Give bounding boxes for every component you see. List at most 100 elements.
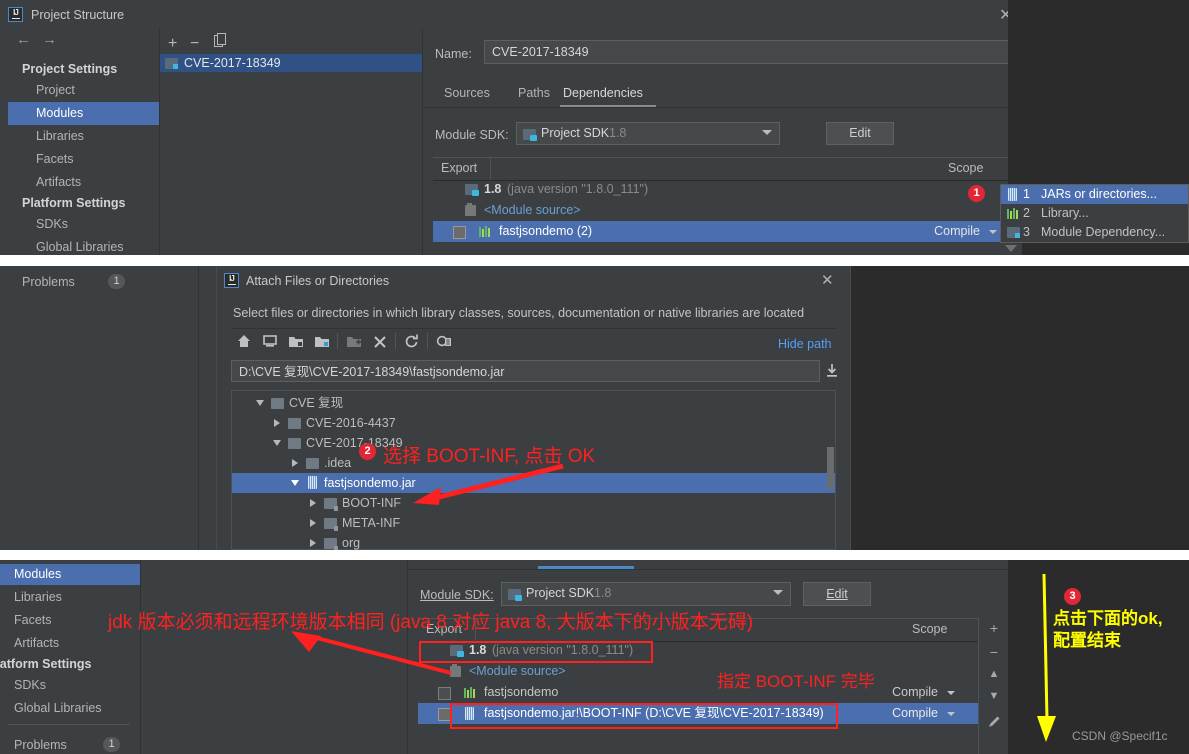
jdk-icon xyxy=(465,184,479,196)
chevron-right-icon[interactable] xyxy=(310,539,316,547)
move-down-button[interactable]: ▼ xyxy=(979,690,1009,702)
sidebar-item-modules[interactable]: Modules xyxy=(0,564,140,585)
annotation-arrow-2 xyxy=(413,463,564,505)
module-sdk-combobox[interactable]: Project SDK 1.8 xyxy=(516,122,780,145)
menu-item-module-dependency[interactable]: 3 Module Dependency... xyxy=(1001,223,1188,242)
chevron-right-icon[interactable] xyxy=(274,419,280,427)
desktop-icon[interactable] xyxy=(259,331,281,351)
table-row[interactable]: <Module source> xyxy=(418,661,998,682)
dialog-divider xyxy=(231,328,836,329)
tree-item-label: CVE 复现 xyxy=(289,396,344,410)
modules-list-panel: + − CVE-2017-18349 xyxy=(160,29,423,255)
table-row[interactable]: 1.8 (java version "1.8.0_111") xyxy=(433,179,1008,200)
module-sdk-label-text: Module SDK: xyxy=(420,588,494,602)
show-hidden-icon[interactable] xyxy=(433,331,455,351)
jar-folder-icon xyxy=(324,538,338,551)
add-module-button[interactable]: + xyxy=(168,35,177,53)
chevron-down-icon[interactable] xyxy=(1005,245,1017,252)
sidebar-item-global-libraries[interactable]: Global Libraries xyxy=(0,698,140,719)
sidebar-item-libraries[interactable]: Libraries xyxy=(0,587,140,608)
export-checkbox[interactable] xyxy=(438,687,451,700)
add-dependency-menu: 1 JARs or directories... 2 Library... 3 … xyxy=(1000,184,1189,243)
sidebar-item-libraries[interactable]: Libraries xyxy=(8,125,159,148)
copy-module-icon[interactable] xyxy=(214,33,228,48)
add-dependency-button[interactable]: + xyxy=(979,620,1009,636)
hide-path-link[interactable]: Hide path xyxy=(778,337,832,351)
module-sdk-value: Project SDK xyxy=(541,126,610,140)
home-icon[interactable] xyxy=(233,331,255,351)
sidebar-item-project[interactable]: Project xyxy=(8,79,159,102)
tree-item-label: META-INF xyxy=(342,516,401,530)
sidebar-item-sdks[interactable]: SDKs xyxy=(0,675,140,696)
back-icon[interactable]: ← xyxy=(16,31,37,48)
chevron-right-icon[interactable] xyxy=(292,459,298,467)
library-icon xyxy=(464,687,477,699)
row-scope[interactable]: Compile xyxy=(892,682,938,703)
problems-label[interactable]: Problems xyxy=(22,275,75,289)
close-icon[interactable]: ✕ xyxy=(821,271,834,289)
sidebar-item-artifacts[interactable]: Artifacts xyxy=(8,171,159,194)
sidebar-item-sdks[interactable]: SDKs xyxy=(8,213,159,236)
module-sdk-combobox[interactable]: Project SDK 1.8 xyxy=(501,582,791,606)
export-checkbox[interactable] xyxy=(453,226,466,239)
column-header-export: Export xyxy=(433,158,491,179)
edit-sdk-button[interactable]: Edit xyxy=(826,122,894,145)
chevron-down-icon[interactable] xyxy=(947,712,955,716)
table-row[interactable]: <Module source> xyxy=(433,200,1008,221)
table-row[interactable]: fastjsondemo Compile xyxy=(418,682,998,703)
sidebar-item-global-libraries[interactable]: Global Libraries xyxy=(8,236,159,255)
remove-dependency-button[interactable]: − xyxy=(979,644,1009,660)
refresh-icon[interactable] xyxy=(401,331,423,351)
module-name-input[interactable]: CVE-2017-18349 xyxy=(484,40,1018,64)
column-header-scope: Scope xyxy=(948,161,984,175)
intellij-logo-icon: IJ xyxy=(224,273,239,288)
dialog-title: Attach Files or Directories xyxy=(246,274,390,288)
chevron-right-icon[interactable] xyxy=(310,519,316,527)
edit-sdk-button[interactable]: Edit xyxy=(803,582,871,606)
chevron-down-icon[interactable] xyxy=(989,230,997,234)
module-list-item-cve[interactable]: CVE-2017-18349 xyxy=(160,54,422,72)
tree-scrollbar-thumb[interactable] xyxy=(827,447,834,489)
new-folder-icon xyxy=(343,331,365,351)
row-label: fastjsondemo xyxy=(484,685,559,699)
table-row[interactable]: fastjsondemo (2) Compile xyxy=(433,221,1008,242)
panel-gap-1 xyxy=(0,255,1189,266)
edit-pencil-icon[interactable] xyxy=(987,714,1002,729)
tab-dependencies[interactable]: Dependencies xyxy=(563,86,643,100)
menu-item-number: 2 xyxy=(1023,206,1030,220)
chevron-down-icon[interactable] xyxy=(256,400,264,406)
chevron-down-icon[interactable] xyxy=(273,440,281,446)
row-scope[interactable]: Compile xyxy=(892,703,938,724)
path-input[interactable]: D:\CVE 复现\CVE-2017-18349\fastjsondemo.ja… xyxy=(231,360,820,382)
intellij-logo-icon: IJ xyxy=(8,7,23,22)
project-folder-icon[interactable] xyxy=(285,331,307,351)
menu-item-library[interactable]: 2 Library... xyxy=(1001,204,1188,223)
remove-module-button[interactable]: − xyxy=(190,35,199,53)
row-scope[interactable]: Compile xyxy=(934,221,980,242)
jdk-icon xyxy=(523,129,537,141)
move-up-button[interactable]: ▲ xyxy=(979,668,1009,680)
chevron-down-icon xyxy=(773,590,783,595)
tab-divider xyxy=(408,569,1008,570)
download-icon[interactable] xyxy=(825,363,839,379)
chevron-right-icon[interactable] xyxy=(310,499,316,507)
tab-paths[interactable]: Paths xyxy=(518,86,550,100)
tree-item-meta-inf[interactable]: META-INF xyxy=(232,513,835,533)
tree-item-cve-2016-4437[interactable]: CVE-2016-4437 xyxy=(232,413,835,433)
toolbar-separator xyxy=(395,333,396,349)
sidebar-item-modules[interactable]: Modules xyxy=(8,102,159,125)
row-label: 1.8 xyxy=(484,182,502,196)
tab-sources[interactable]: Sources xyxy=(444,86,490,100)
sidebar-item-facets[interactable]: Facets xyxy=(8,148,159,171)
module-folder-icon[interactable] xyxy=(311,331,333,351)
module-folder-icon xyxy=(165,58,178,69)
sidebar-item-artifacts[interactable]: Artifacts xyxy=(0,633,140,654)
chevron-down-icon[interactable] xyxy=(947,691,955,695)
chevron-down-icon[interactable] xyxy=(291,480,299,486)
tree-item-cve[interactable]: CVE 复现 xyxy=(232,393,835,413)
delete-icon[interactable] xyxy=(369,331,391,351)
problems-label[interactable]: Problems xyxy=(14,738,67,752)
menu-item-jars-or-directories[interactable]: 1 JARs or directories... xyxy=(1001,185,1188,204)
table-side-buttons: + − ▲ ▼ xyxy=(978,618,1009,754)
forward-icon[interactable]: → xyxy=(42,31,63,48)
